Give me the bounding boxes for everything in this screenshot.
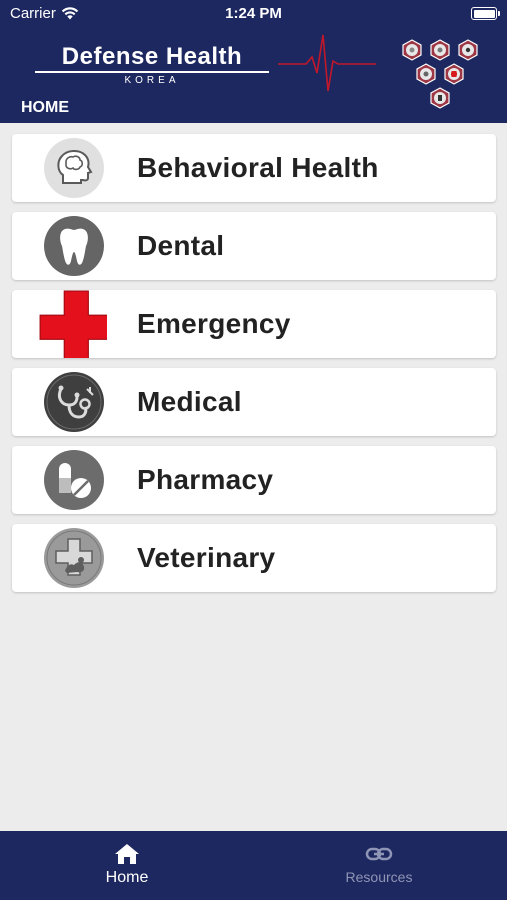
service-label: Pharmacy xyxy=(137,464,274,495)
services-hexagon-logo-icon xyxy=(402,39,478,109)
bottom-tab-bar: Home Resources xyxy=(0,831,507,900)
brain-head-icon xyxy=(44,138,104,198)
veterinary-cross-icon xyxy=(44,528,104,588)
service-item-emergency[interactable]: Emergency xyxy=(12,290,496,358)
services-list: Behavioral Health Dental Emergency Medic… xyxy=(12,134,496,602)
tab-resources-label: Resources xyxy=(345,869,413,885)
house-icon xyxy=(115,844,139,864)
service-label: Behavioral Health xyxy=(137,152,379,183)
page-title: HOME xyxy=(21,99,69,116)
service-item-dental[interactable]: Dental xyxy=(12,212,496,280)
brand-title: Defense Health xyxy=(61,43,243,70)
tooth-icon xyxy=(44,216,104,276)
battery-icon xyxy=(471,7,500,20)
tab-home[interactable]: Home xyxy=(47,843,207,887)
service-item-veterinary[interactable]: Veterinary xyxy=(12,524,496,592)
brand-underline xyxy=(35,71,269,73)
heartbeat-pulse-icon xyxy=(278,34,376,92)
red-cross-icon xyxy=(39,290,107,358)
service-item-medical[interactable]: Medical xyxy=(12,368,496,436)
brand-logo: Defense Health KOREA xyxy=(34,44,270,86)
app-header: Carrier 1:24 PM Defense Health KOREA HOM… xyxy=(0,0,507,123)
pills-icon xyxy=(44,450,104,510)
tab-home-label: Home xyxy=(105,869,149,886)
stethoscope-icon xyxy=(44,372,104,432)
service-item-behavioral-health[interactable]: Behavioral Health xyxy=(12,134,496,202)
status-time: 1:24 PM xyxy=(225,5,282,22)
brand-subtitle: KOREA xyxy=(124,75,180,86)
service-item-pharmacy[interactable]: Pharmacy xyxy=(12,446,496,514)
link-icon xyxy=(365,847,393,861)
service-label: Emergency xyxy=(137,308,291,339)
service-label: Dental xyxy=(137,230,225,261)
service-label: Medical xyxy=(137,386,242,417)
tab-resources[interactable]: Resources xyxy=(299,843,459,885)
service-label: Veterinary xyxy=(137,542,276,573)
status-bar: Carrier 1:24 PM xyxy=(0,0,507,28)
